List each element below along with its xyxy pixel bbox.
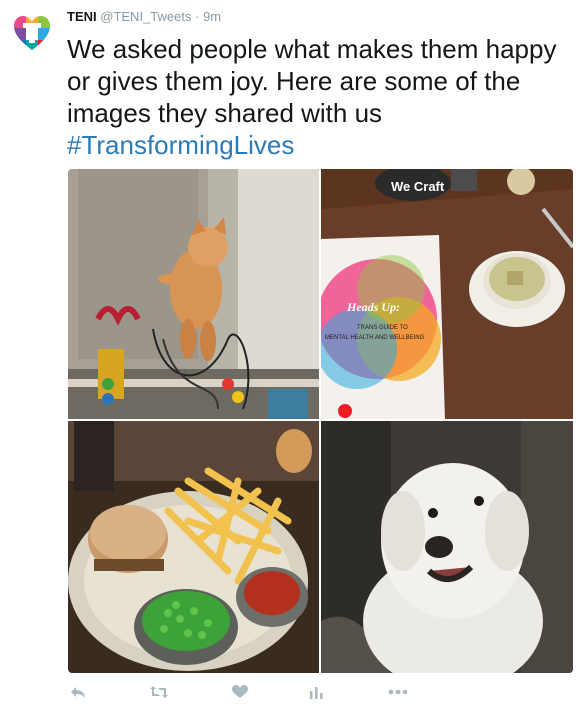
photo-cat-window[interactable] xyxy=(68,169,319,419)
teni-heart-logo-icon xyxy=(14,16,50,50)
booklet-title: Heads Up: xyxy=(346,300,400,314)
like-button[interactable] xyxy=(230,680,250,704)
photo-booklet-tea[interactable]: We Craft Heads Up: TRANS GUIDE TO MENTAL… xyxy=(321,169,573,419)
analytics-button[interactable] xyxy=(306,680,326,704)
tweet-time[interactable]: 9m xyxy=(203,9,221,24)
more-button[interactable] xyxy=(386,680,410,704)
reply-icon xyxy=(71,687,85,698)
reply-button[interactable] xyxy=(68,680,88,704)
author-handle[interactable]: @TENI_Tweets xyxy=(100,9,191,24)
more-icon xyxy=(388,689,408,695)
white-dog-photo-icon xyxy=(321,421,573,673)
analytics-icon xyxy=(310,687,323,699)
booklet-tea-photo-icon: We Craft Heads Up: TRANS GUIDE TO MENTAL… xyxy=(321,169,573,419)
tweet-header: TENI @TENI_Tweets · 9m xyxy=(67,9,221,25)
tweet-actions xyxy=(68,680,468,704)
separator: · xyxy=(195,9,200,24)
tweet-text: We asked people what makes them happy or… xyxy=(67,33,567,161)
photo-white-dog[interactable] xyxy=(321,421,573,673)
heart-icon xyxy=(232,685,248,698)
cat-window-photo-icon xyxy=(68,169,319,419)
media-grid: We Craft Heads Up: TRANS GUIDE TO MENTAL… xyxy=(68,169,573,673)
author-name[interactable]: TENI xyxy=(67,9,97,24)
retweet-button[interactable] xyxy=(148,680,170,704)
booklet-subtitle-2: MENTAL HEALTH AND WELLBEING xyxy=(325,335,425,341)
avatar[interactable] xyxy=(12,14,52,54)
burger-fries-photo-icon xyxy=(68,421,319,673)
hashtag-link[interactable]: #TransformingLives xyxy=(67,129,567,161)
photo-burger-fries[interactable] xyxy=(68,421,319,673)
tweet-body: We asked people what makes them happy or… xyxy=(67,34,557,128)
retweet-icon xyxy=(150,686,168,698)
booklet-subtitle-1: TRANS GUIDE TO xyxy=(357,325,408,331)
coaster-text: We Craft xyxy=(391,179,445,194)
